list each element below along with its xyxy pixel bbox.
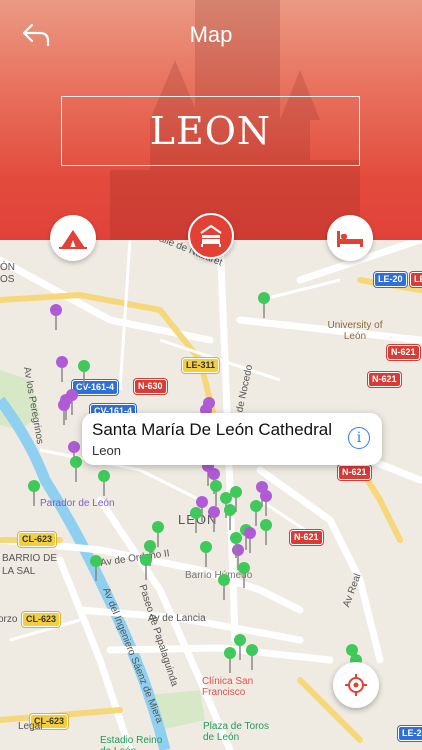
hotel-pin[interactable]: [208, 506, 220, 532]
location-callout[interactable]: Santa María De León Cathedral Leon i: [82, 413, 382, 465]
attraction-pin[interactable]: [224, 647, 236, 673]
attraction-pin[interactable]: [98, 470, 110, 496]
hotel-pin[interactable]: [56, 356, 68, 382]
attraction-pin[interactable]: [28, 480, 40, 506]
attraction-pin[interactable]: [258, 292, 270, 318]
camping-category-button[interactable]: [50, 215, 96, 261]
header: Map LEON: [0, 0, 422, 240]
hotel-pin[interactable]: [58, 399, 70, 425]
page-title: Map: [189, 22, 233, 47]
attraction-pin[interactable]: [250, 500, 262, 526]
attraction-pin[interactable]: [260, 519, 272, 545]
bed-icon: [337, 231, 363, 247]
current-location-button[interactable]: [333, 662, 379, 708]
crosshair-icon: [345, 674, 367, 696]
attraction-pin[interactable]: [190, 507, 202, 533]
callout-subtitle: Leon: [92, 443, 121, 458]
info-button[interactable]: i: [348, 427, 370, 449]
attraction-pin[interactable]: [210, 480, 222, 506]
attraction-pin[interactable]: [218, 574, 230, 600]
hotel-icon: [200, 224, 222, 247]
callout-title: Santa María De León Cathedral: [92, 420, 333, 439]
attraction-pin[interactable]: [238, 562, 250, 588]
attraction-pin[interactable]: [70, 456, 82, 482]
city-name: LEON: [61, 96, 360, 166]
attraction-pin[interactable]: [140, 554, 152, 580]
info-icon: i: [356, 430, 362, 446]
legal-link[interactable]: Legal: [18, 721, 42, 732]
attraction-pin[interactable]: [234, 634, 246, 660]
attraction-pin[interactable]: [246, 644, 258, 670]
hotel-category-button[interactable]: [188, 213, 234, 259]
tent-icon: [59, 230, 87, 249]
hostel-category-button[interactable]: [327, 215, 373, 261]
attraction-pin[interactable]: [78, 360, 90, 386]
attraction-pin[interactable]: [200, 541, 212, 567]
hotel-pin[interactable]: [50, 304, 62, 330]
attraction-pin[interactable]: [90, 555, 102, 581]
